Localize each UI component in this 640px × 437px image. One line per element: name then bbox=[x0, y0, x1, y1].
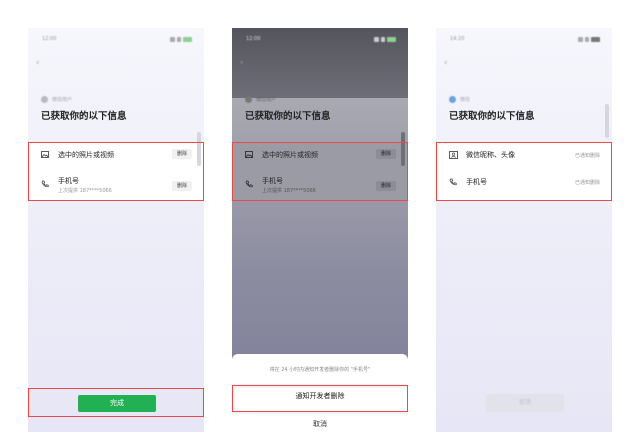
status-time: 12:00 bbox=[42, 36, 57, 42]
tutorial-screenshot: 12:00 ‹ 微信用户 已获取你的以下信息 选中的照片或视频 删除 手机号 上… bbox=[0, 0, 640, 437]
back-icon[interactable]: ‹ bbox=[240, 58, 244, 68]
status-icons bbox=[374, 37, 396, 42]
highlight-box-done-button bbox=[28, 388, 204, 417]
highlight-box-items-3 bbox=[436, 142, 612, 201]
status-bar: 12:00 bbox=[28, 36, 204, 46]
status-time: 14:20 bbox=[450, 36, 465, 42]
app-avatar bbox=[449, 96, 456, 103]
highlight-box-notify-button bbox=[232, 385, 408, 412]
scrollbar[interactable] bbox=[605, 104, 609, 138]
sheet-info-text: 将在 24 小时内通知开发者删除你的 "手机号" bbox=[269, 367, 371, 373]
page-title: 已获取你的以下信息 bbox=[245, 111, 331, 122]
cancel-button[interactable]: 取消 bbox=[232, 419, 408, 429]
app-name: 微信 bbox=[460, 97, 471, 103]
status-bar: 12:00 bbox=[232, 36, 408, 46]
phone-screen-3: 14:20 ‹ 微信 已获取你的以下信息 微信昵称、头像 已通知删除 手机号 已… bbox=[436, 28, 612, 432]
phone-screen-1: 12:00 ‹ 微信用户 已获取你的以下信息 选中的照片或视频 删除 手机号 上… bbox=[28, 28, 204, 432]
page-title: 已获取你的以下信息 bbox=[41, 111, 127, 122]
highlight-box-items-1 bbox=[28, 142, 204, 201]
highlight-box-items-2 bbox=[232, 142, 408, 201]
manage-button[interactable]: 管理 bbox=[486, 394, 564, 412]
status-icons bbox=[170, 37, 192, 42]
status-time: 12:00 bbox=[246, 36, 261, 42]
status-icons bbox=[578, 37, 600, 42]
back-icon[interactable]: ‹ bbox=[444, 58, 448, 68]
app-avatar bbox=[245, 96, 252, 103]
app-avatar bbox=[41, 96, 48, 103]
phone-screen-2: 12:00 ‹ 微信用户 已获取你的以下信息 选中的照片或视频 删除 手机号 上… bbox=[232, 28, 408, 432]
status-bar: 14:20 bbox=[436, 36, 612, 46]
page-title: 已获取你的以下信息 bbox=[449, 111, 535, 122]
back-icon[interactable]: ‹ bbox=[36, 58, 40, 68]
app-name: 微信用户 bbox=[52, 97, 73, 103]
app-name: 微信用户 bbox=[256, 97, 277, 103]
